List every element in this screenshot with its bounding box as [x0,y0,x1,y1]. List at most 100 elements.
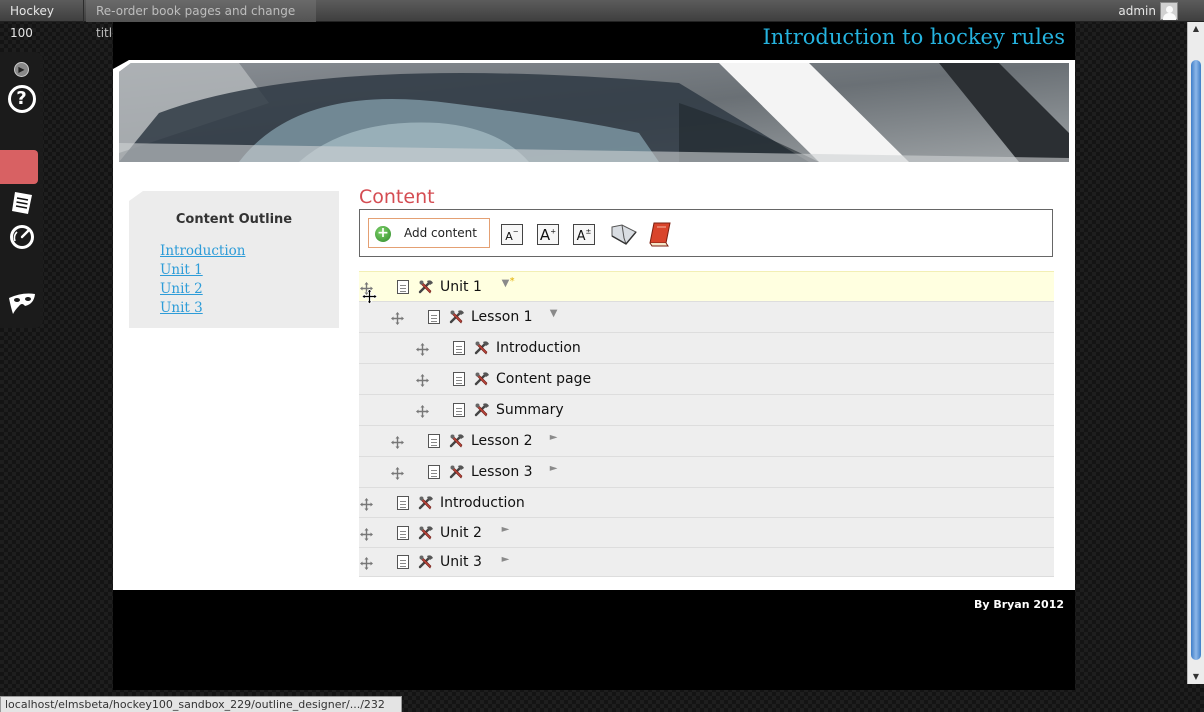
page-icon [397,495,409,510]
tree-row[interactable]: Unit 3 ► [359,547,1054,576]
content-outline-block: Content Outline Introduction Unit 1 Unit… [129,191,339,328]
edit-tools-icon[interactable] [449,464,465,480]
outline-link-list: Introduction Unit 1 Unit 2 Unit 3 [160,240,246,316]
page-icon [428,310,440,324]
tree-row[interactable]: Introduction [359,332,1054,363]
edit-tools-icon[interactable] [418,554,434,570]
drag-handle-icon[interactable] [360,280,373,295]
tree-row[interactable]: Lesson 2 ► [359,425,1054,456]
outline-item: Unit 3 [160,297,246,316]
mask-icon [8,293,35,314]
scroll-down-arrow-icon[interactable]: ▼ [1188,670,1204,684]
user-avatar[interactable] [1160,2,1178,20]
page-icon [397,555,409,569]
tree-row[interactable]: Introduction [359,487,1054,517]
footer-credit: By Bryan 2012 [973,598,1064,611]
node-title[interactable]: Content page [496,371,591,387]
help-icon: ? [7,85,36,113]
vertical-scrollbar[interactable]: ▲ ▼ [1187,22,1204,684]
node-title[interactable]: Introduction [496,340,581,356]
node-title[interactable]: Unit 3 [440,554,482,570]
banner-image [119,63,1069,162]
left-toolbar: ▶ ? [0,52,43,328]
expanded-arrow-icon[interactable]: ▼ [550,308,558,319]
help-button[interactable]: ? [0,82,43,116]
mask-button[interactable] [0,288,43,318]
expanded-arrow-icon[interactable]: ▼ [502,278,510,289]
username-link[interactable]: admin [1118,0,1156,22]
node-title[interactable]: Lesson 2 [471,433,533,449]
admin-toolbar: Hockey 100 Re-order book pages and chang… [0,0,1204,40]
outline-link-unit-2[interactable]: Unit 2 [160,281,203,297]
add-content-label: Add content [404,226,477,240]
node-title[interactable]: Introduction [440,495,525,511]
collapsed-arrow-icon[interactable]: ► [550,463,558,474]
edit-tools-icon[interactable] [474,402,490,418]
edit-tools-icon[interactable] [418,279,434,295]
page-icon [428,465,440,479]
node-title[interactable]: Unit 1 [440,279,482,295]
collapse-arrow-icon: ▶ [14,61,29,77]
edit-tools-icon[interactable] [474,371,490,387]
drag-handle-icon[interactable] [416,341,429,356]
collapse-toolbar-button[interactable]: ▶ [0,60,43,78]
scrollbar-thumb[interactable] [1191,60,1201,660]
font-larger-button[interactable]: A+ [537,224,559,245]
tree-row[interactable]: Lesson 3 ► [359,456,1054,487]
edit-tools-icon[interactable] [474,340,490,356]
node-title[interactable]: Unit 2 [440,525,482,541]
tree-row[interactable]: Lesson 1 ▼ [359,301,1054,332]
book-button[interactable] [648,221,672,247]
node-title[interactable]: Lesson 3 [471,464,533,480]
collapsed-arrow-icon[interactable]: ► [550,432,558,443]
tree-row[interactable]: Summary [359,394,1054,425]
page-icon [428,434,440,448]
drag-handle-icon[interactable] [391,310,404,325]
tab-reorder-book-pages[interactable]: Re-order book pages and change titles [86,0,316,40]
avatar-head [1166,6,1173,13]
page-wrapper: Introduction to hockey rules Content Out… [113,22,1075,690]
node-title[interactable]: Lesson 1 [471,309,533,325]
outline-button[interactable] [0,188,43,218]
tree-row[interactable]: Unit 1 ▼ * [359,271,1054,301]
drag-handle-icon[interactable] [360,496,373,511]
outline-list-icon [11,192,32,214]
outline-link-unit-3[interactable]: Unit 3 [160,300,203,316]
open-book-button[interactable] [610,222,638,246]
drag-handle-icon[interactable] [360,526,373,541]
drag-handle-icon[interactable] [416,403,429,418]
font-reset-button[interactable]: A± [573,224,595,245]
add-content-button[interactable]: + Add content [368,218,490,248]
collapsed-arrow-icon[interactable]: ► [502,524,510,535]
edit-tools-icon[interactable] [449,433,465,449]
tree-row[interactable]: Unit 2 ► [359,517,1054,547]
drag-handle-icon[interactable] [416,372,429,387]
content-toolbar: + Add content A− A+ A± [359,209,1053,257]
collapsed-arrow-icon[interactable]: ► [502,554,510,565]
edit-tools-icon[interactable] [418,495,434,511]
active-toolbar-button[interactable] [0,150,38,184]
scroll-up-arrow-icon[interactable]: ▲ [1188,22,1204,36]
outline-item: Introduction [160,240,246,259]
dashboard-button[interactable] [0,222,43,252]
tree-row[interactable]: Content page [359,363,1054,394]
outline-title: Content Outline [175,212,293,227]
edit-tools-icon[interactable] [418,525,434,541]
outline-link-introduction[interactable]: Introduction [160,243,246,259]
outline-link-unit-1[interactable]: Unit 1 [160,262,203,278]
drag-handle-icon[interactable] [391,434,404,449]
outline-item: Unit 2 [160,278,246,297]
drag-handle-icon[interactable] [360,555,373,570]
site-title[interactable]: Introduction to hockey rules [762,22,1065,52]
open-book-icon [611,224,637,245]
site-name-link[interactable]: Hockey 100 [0,0,84,40]
drag-handle-icon[interactable] [391,465,404,480]
font-smaller-button[interactable]: A− [501,224,523,245]
edit-tools-icon[interactable] [449,309,465,325]
status-bar-url: localhost/elmsbeta/hockey100_sandbox_229… [0,696,402,712]
outline-tree: Unit 1 ▼ * Lesson 1 ▼ Introduction Content pag… [359,271,1054,577]
page-icon [453,341,465,355]
content-panel: Content Outline Introduction Unit 1 Unit… [113,60,1075,590]
page-icon [397,279,409,294]
node-title[interactable]: Summary [496,402,564,418]
